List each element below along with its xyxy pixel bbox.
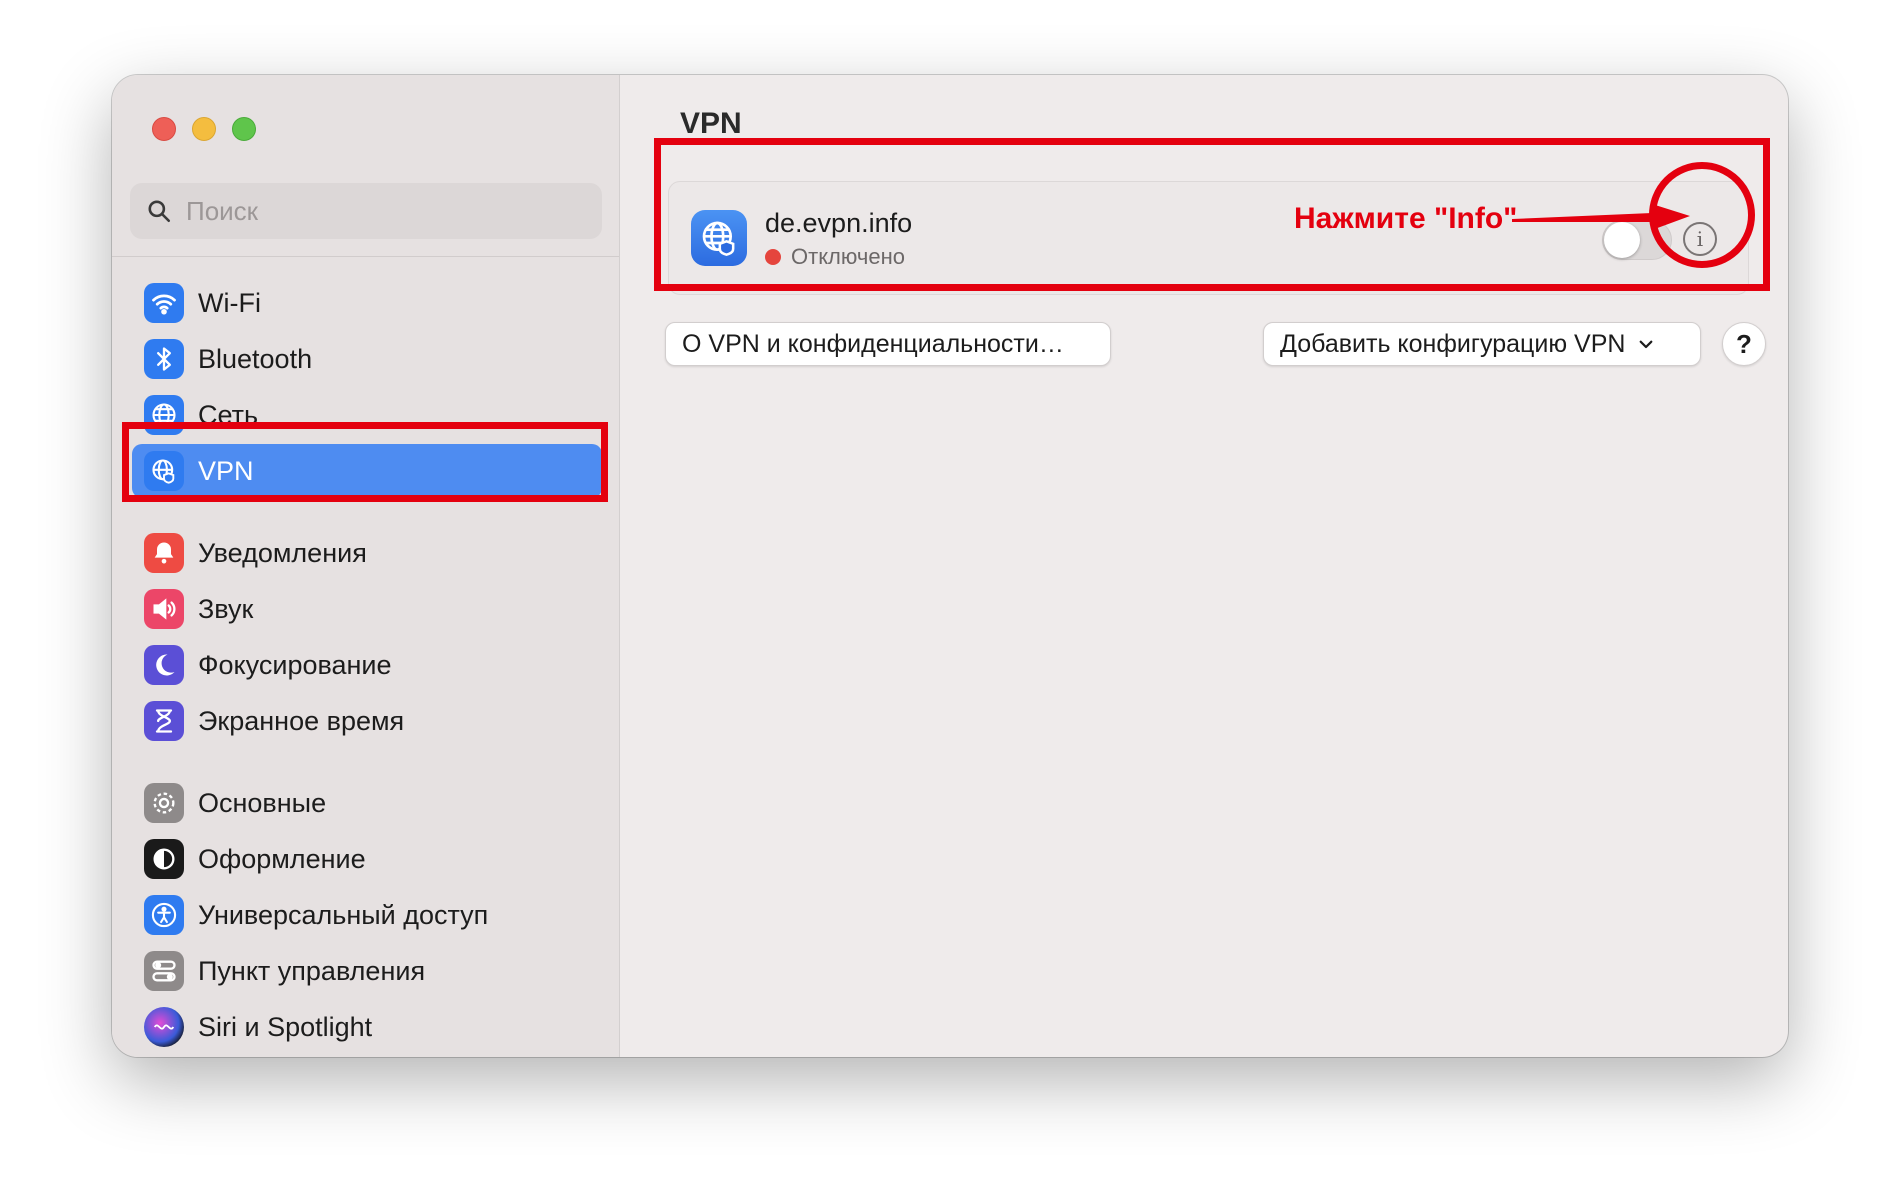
about-vpn-label: О VPN и конфиденциальности… [682, 329, 1064, 358]
sidebar-item-appearance[interactable]: Оформление [132, 832, 602, 886]
add-vpn-config-button[interactable]: Добавить конфигурацию VPN [1263, 322, 1701, 366]
close-button[interactable] [152, 117, 176, 141]
appearance-icon [144, 839, 184, 879]
traffic-lights [152, 117, 256, 141]
sidebar-item-label: Оформление [198, 843, 366, 874]
annotation-text: Нажмите "Info" [1294, 202, 1518, 235]
search-input[interactable]: Поиск [186, 196, 258, 227]
search-icon [148, 200, 171, 223]
sidebar-item-label: Экранное время [198, 705, 405, 736]
sidebar-item-siri[interactable]: Siri и Spotlight [132, 1000, 602, 1054]
hourglass-icon [144, 701, 184, 741]
sidebar-item-label: Wi-Fi [198, 287, 261, 318]
gear-icon [144, 783, 184, 823]
sidebar-item-bluetooth[interactable]: Bluetooth [132, 332, 602, 386]
annotation-arrow-icon [1512, 204, 1690, 230]
bell-icon [144, 533, 184, 573]
sidebar-item-label: Основные [198, 787, 327, 818]
sidebar-item-sound[interactable]: Звук [132, 582, 602, 636]
sidebar: Поиск Wi-Fi Bluetooth Сеть VPN Уведомлен… [112, 75, 620, 1057]
control-center-icon [144, 951, 184, 991]
sidebar-item-label: Фокусирование [198, 649, 392, 680]
bluetooth-icon [144, 339, 184, 379]
sidebar-item-control-center[interactable]: Пункт управления [132, 944, 602, 998]
speaker-icon [144, 589, 184, 629]
help-button[interactable]: ? [1722, 322, 1766, 366]
sidebar-item-label: Пункт управления [198, 955, 426, 986]
page-title: VPN [680, 107, 742, 140]
sidebar-item-wifi[interactable]: Wi-Fi [132, 276, 602, 330]
highlight-vpn-sidebar-item [122, 422, 608, 502]
sidebar-item-general[interactable]: Основные [132, 776, 602, 830]
wifi-icon [144, 283, 184, 323]
about-vpn-privacy-button[interactable]: О VPN и конфиденциальности… [665, 322, 1111, 366]
sidebar-item-notifications[interactable]: Уведомления [132, 526, 602, 580]
sidebar-item-label: Звук [198, 593, 254, 624]
moon-icon [144, 645, 184, 685]
chevron-down-icon [1640, 340, 1653, 349]
sidebar-item-label: Универсальный доступ [198, 899, 489, 930]
add-vpn-label: Добавить конфигурацию VPN [1280, 329, 1626, 358]
sidebar-divider [112, 256, 619, 257]
sidebar-item-label: Уведомления [198, 537, 367, 568]
sidebar-item-focus[interactable]: Фокусирование [132, 638, 602, 692]
sidebar-item-accessibility[interactable]: Универсальный доступ [132, 888, 602, 942]
maximize-button[interactable] [232, 117, 256, 141]
sidebar-item-screen-time[interactable]: Экранное время [132, 694, 602, 748]
sidebar-item-label: Bluetooth [198, 343, 313, 374]
search-field[interactable]: Поиск [130, 183, 602, 239]
accessibility-icon [144, 895, 184, 935]
minimize-button[interactable] [192, 117, 216, 141]
siri-icon [144, 1007, 184, 1047]
sidebar-item-label: Siri и Spotlight [198, 1011, 373, 1042]
